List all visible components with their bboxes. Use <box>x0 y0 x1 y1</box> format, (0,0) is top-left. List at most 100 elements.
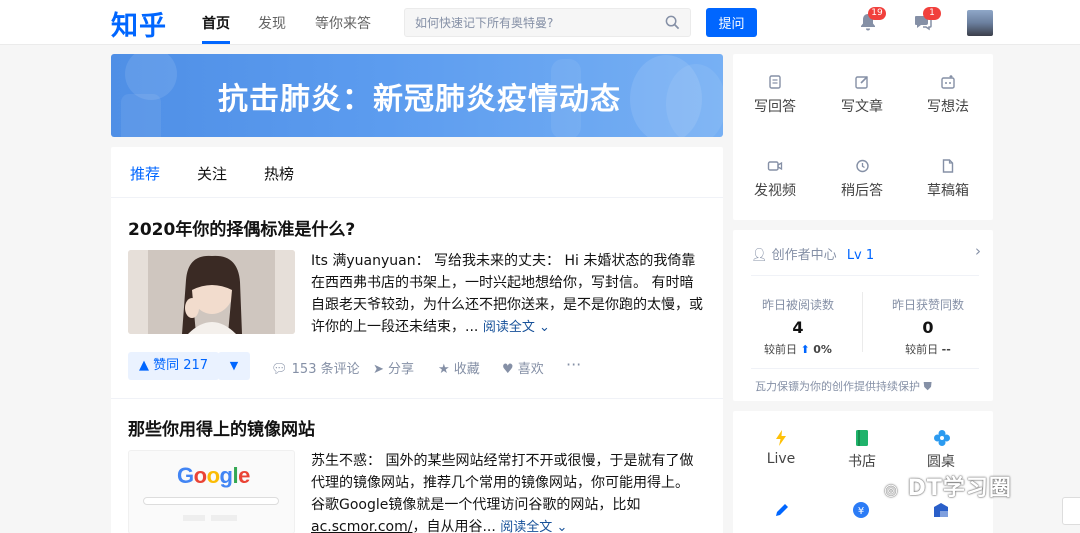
card-thumbnail[interactable] <box>128 250 295 334</box>
write-idea-label: 写想法 <box>927 99 969 115</box>
messages-button[interactable]: 1 <box>913 7 941 36</box>
creator-icon: 👤︎ <box>751 248 768 263</box>
creator-level: Lv 1 <box>846 248 875 263</box>
app-roundtable[interactable]: 圆桌 <box>906 429 976 471</box>
tab-follow[interactable]: 关注 <box>197 163 227 184</box>
ask-button[interactable]: 提问 <box>706 8 757 37</box>
app-bookstore-label: 书店 <box>848 454 876 470</box>
tab-recommend[interactable]: 推荐 <box>130 163 160 184</box>
drafts-button[interactable]: 草稿箱 <box>913 158 983 200</box>
zhihu-logo[interactable]: 知乎 <box>111 4 167 43</box>
star-icon: ★ <box>438 362 450 377</box>
comment-icon: 💬︎ <box>271 362 288 377</box>
top-bar: 知乎 首页 发现 等你来答 提问 19 1 <box>0 0 1080 45</box>
comments-button[interactable]: 💬︎ 153 条评论 <box>271 358 360 377</box>
tab-hot[interactable]: 热榜 <box>264 163 294 184</box>
chevron-down-icon: ⌄ <box>538 320 550 335</box>
mock-search-bar <box>143 497 279 505</box>
epidemic-banner[interactable]: 抗击肺炎：新冠肺炎疫情动态 <box>111 54 723 137</box>
history-icon <box>854 158 870 174</box>
stat-likes-compare: 较前日 -- <box>863 341 993 357</box>
app-live[interactable]: Live <box>746 429 816 467</box>
draft-file-icon <box>940 158 956 174</box>
stat-reads-label: 昨日被阅读数 <box>761 298 834 312</box>
stat-reads-compare: 较前日 ⬆ 0% <box>733 341 863 357</box>
card-excerpt[interactable]: 苏生不惑： 国外的某些网站经常打不开或很慢，于是就有了做代理的镜像网站，推荐几个… <box>311 450 706 533</box>
compare-label: 较前日 <box>905 343 939 356</box>
search-icon[interactable] <box>665 15 680 34</box>
university-icon[interactable] <box>932 501 950 523</box>
read-more-label: 阅读全文 <box>500 520 553 533</box>
portrait-image <box>128 250 295 334</box>
shield-icon: ⛊ <box>923 380 932 393</box>
mirror-link[interactable]: ac.scmor.com/ <box>311 519 412 533</box>
feed-card: 2020年你的择偶标准是什么? Its 满yuanyuan： 写给我未来的丈夫：… <box>111 199 723 399</box>
nav-active-indicator <box>202 41 230 44</box>
stat-likes: 昨日获赞同数 0 较前日 -- <box>863 296 993 357</box>
post-video-label: 发视频 <box>754 183 796 199</box>
notifications-button[interactable]: 19 <box>858 7 886 36</box>
write-actions-card: 写回答 写文章 写想法 发视频 稍后答 草稿箱 <box>733 54 993 220</box>
search-input[interactable] <box>415 14 655 32</box>
user-avatar[interactable] <box>967 10 993 36</box>
downvote-button[interactable]: ▼ <box>218 352 250 380</box>
banner-title: 抗击肺炎：新冠肺炎疫情动态 <box>218 82 621 117</box>
triangle-down-icon: ▼ <box>229 359 239 372</box>
read-more-link[interactable]: 阅读全文 ⌄ <box>483 320 550 335</box>
app-live-label: Live <box>766 451 796 467</box>
video-camera-icon <box>767 158 783 174</box>
share-icon: ➤ <box>373 362 384 377</box>
feed-panel: 推荐 关注 热榜 2020年你的择偶标准是什么? Its 满yuanyuan： … <box>111 147 723 533</box>
write-idea-button[interactable]: 写想法 <box>913 74 983 116</box>
post-video-button[interactable]: 发视频 <box>740 158 810 200</box>
answer-later-label: 稍后答 <box>841 183 883 199</box>
like-button[interactable]: ♥ 喜欢 <box>502 358 544 377</box>
excerpt-text: 苏生不惑： 国外的某些网站经常打不开或很慢，于是就有了做代理的镜像网站，推荐几个… <box>311 453 694 513</box>
nav-home[interactable]: 首页 <box>202 13 230 33</box>
mock-button <box>183 515 205 521</box>
idea-icon <box>940 74 956 90</box>
document-icon <box>767 74 783 90</box>
excerpt-text-tail: ，自从用谷... <box>412 519 496 533</box>
nav-discover[interactable]: 发现 <box>258 13 286 33</box>
chevron-down-icon: ⌄ <box>556 520 568 533</box>
messages-badge: 1 <box>923 7 941 20</box>
upvote-button[interactable]: ▲ 赞同 217 <box>128 352 220 380</box>
coin-icon[interactable]: ¥ <box>852 501 870 523</box>
favorite-button[interactable]: ★ 收藏 <box>438 358 480 377</box>
nav-waiting-answers[interactable]: 等你来答 <box>315 13 371 33</box>
card-title[interactable]: 那些你用得上的镜像网站 <box>128 415 315 440</box>
feed-card: 那些你用得上的镜像网站 Google 苏生不惑： 国外的某些网站经常打不开或很慢… <box>111 399 723 533</box>
comments-label: 153 条评论 <box>291 362 360 377</box>
more-options-icon[interactable]: ··· <box>566 355 581 374</box>
card-title[interactable]: 2020年你的择偶标准是什么? <box>128 215 355 240</box>
protection-note[interactable]: 瓦力保镖为你的创作提供持续保护 ⛊ <box>755 378 932 394</box>
divider <box>751 368 979 369</box>
pencil-icon[interactable] <box>773 501 791 523</box>
roundtable-icon <box>933 429 950 446</box>
stat-reads: 昨日被阅读数 4 较前日 ⬆ 0% <box>733 296 863 357</box>
float-action-button[interactable] <box>1062 497 1080 525</box>
watermark-text: DT学习圈 <box>907 476 1012 501</box>
creator-center-header[interactable]: 👤︎ 创作者中心 Lv 1 › <box>751 242 981 263</box>
write-article-button[interactable]: 写文章 <box>827 74 897 116</box>
chevron-right-icon: › <box>975 242 981 260</box>
share-button[interactable]: ➤ 分享 <box>373 358 414 377</box>
card-excerpt[interactable]: Its 满yuanyuan： 写给我未来的丈夫： Hi 未婚状态的我倚靠在西西弗… <box>311 250 706 339</box>
share-label: 分享 <box>388 362 415 377</box>
feed-tabs: 推荐 关注 热榜 <box>111 147 723 198</box>
card-thumbnail[interactable]: Google <box>128 450 295 533</box>
write-answer-label: 写回答 <box>754 99 796 115</box>
read-more-link[interactable]: 阅读全文 ⌄ <box>500 520 567 533</box>
like-label: 喜欢 <box>517 362 544 377</box>
notifications-badge: 19 <box>868 7 886 20</box>
read-more-label: 阅读全文 <box>482 320 535 335</box>
card-actions: ▲ 赞同 217 ▼ 💬︎ 153 条评论 ➤ 分享 ★ 收藏 ♥ 喜欢 ··· <box>128 352 708 380</box>
write-answer-button[interactable]: 写回答 <box>740 74 810 116</box>
pen-square-icon <box>854 74 870 90</box>
app-roundtable-label: 圆桌 <box>927 454 955 470</box>
answer-later-button[interactable]: 稍后答 <box>827 158 897 200</box>
wechat-logo-icon: ◎ <box>884 480 899 499</box>
app-bookstore[interactable]: 书店 <box>827 429 897 471</box>
favorite-label: 收藏 <box>453 362 480 377</box>
